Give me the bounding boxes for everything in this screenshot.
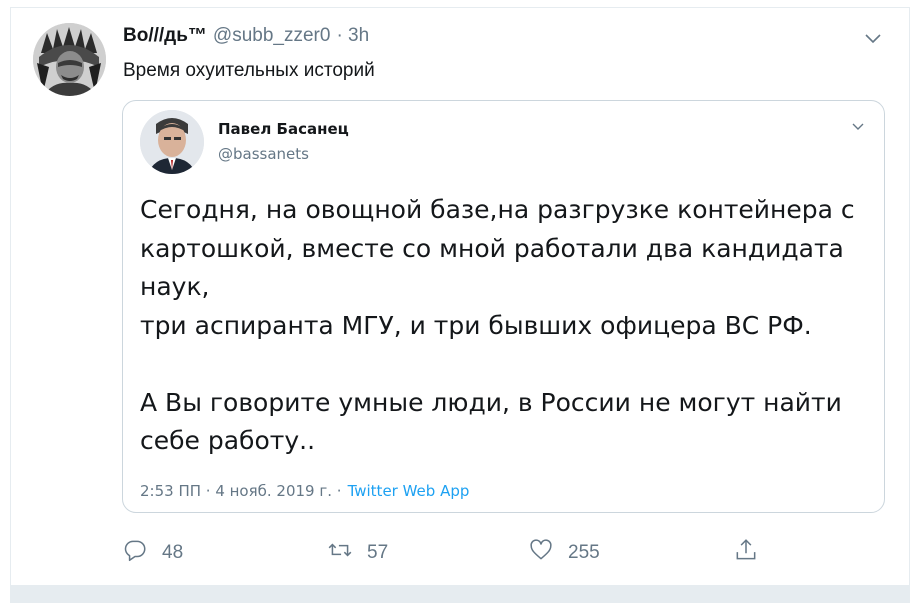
display-name[interactable]: Во///дь™	[123, 25, 207, 47]
like-count: 255	[568, 542, 600, 563]
quoted-avatar[interactable]	[140, 110, 204, 174]
tweet-text: Время охуительных историй	[123, 60, 375, 81]
like-button[interactable]: 255	[528, 537, 600, 569]
tweet-time[interactable]: · 3h	[336, 25, 369, 47]
heart-icon	[528, 537, 554, 569]
reply-icon	[122, 537, 148, 569]
quoted-tweet[interactable]: Павел Басанец @bassanets Сегодня, на ово…	[122, 100, 885, 513]
quoted-display-name[interactable]: Павел Басанец	[218, 120, 349, 138]
quoted-meta: 2:53 ПП · 4 нояб. 2019 г. · Twitter Web …	[140, 482, 469, 500]
tweet-header: Во///дь™ @subb_zzer0 · 3h	[123, 25, 369, 47]
chevron-down-icon[interactable]	[850, 119, 866, 133]
quoted-timestamp[interactable]: 2:53 ПП · 4 нояб. 2019 г. ·	[140, 482, 342, 500]
retweet-button[interactable]: 57	[327, 537, 388, 569]
quoted-source[interactable]: Twitter Web App	[348, 482, 470, 500]
user-handle[interactable]: @subb_zzer0	[213, 25, 331, 47]
share-button[interactable]	[733, 537, 759, 569]
quoted-tweet-text: Сегодня, на овощной базе,на разгрузке ко…	[140, 195, 855, 455]
avatar[interactable]	[33, 23, 106, 96]
quoted-handle[interactable]: @bassanets	[218, 145, 309, 163]
retweet-icon	[327, 537, 353, 569]
chevron-down-icon[interactable]	[862, 28, 884, 48]
divider	[10, 585, 910, 603]
reply-count: 48	[162, 542, 184, 563]
tweet-actions: 48 57 255	[0, 537, 922, 569]
retweet-count: 57	[367, 542, 389, 563]
share-icon	[733, 537, 759, 569]
reply-button[interactable]: 48	[122, 537, 183, 569]
